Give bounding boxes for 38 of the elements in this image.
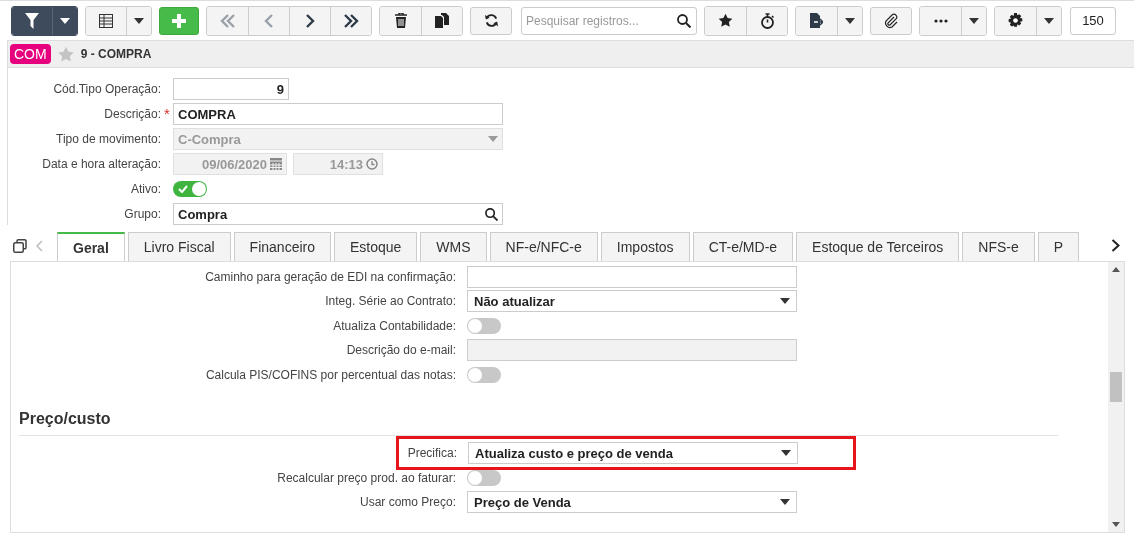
module-badge: COM bbox=[10, 44, 51, 64]
required-mark: * bbox=[164, 108, 170, 120]
tab[interactable]: Impostos bbox=[600, 232, 690, 261]
tab[interactable]: Financeiro bbox=[233, 232, 331, 261]
text-field[interactable]: COMPRA bbox=[173, 103, 503, 125]
field-label: Data e hora alteração: bbox=[41, 157, 161, 171]
field-label: Ativo: bbox=[130, 182, 161, 196]
section-title: Preço/custo bbox=[19, 409, 1058, 436]
select-field: C-Compra bbox=[173, 128, 503, 150]
page-size-field[interactable]: 150 bbox=[1070, 6, 1116, 35]
tab[interactable]: Geral bbox=[57, 232, 125, 261]
field-label: Descrição do e-mail: bbox=[345, 343, 457, 357]
tab[interactable]: Livro Fiscal bbox=[127, 232, 231, 261]
field-label: Usar como Preço: bbox=[358, 495, 457, 509]
tab[interactable]: NFS-e bbox=[962, 232, 1035, 261]
field-label: Atualiza Contabilidade: bbox=[332, 318, 457, 333]
record-title: 9 - COMPRA bbox=[80, 47, 152, 61]
field-label: Grupo: bbox=[123, 207, 161, 221]
tab[interactable]: Estoque de Terceiros bbox=[796, 232, 960, 261]
tab[interactable]: Estoque bbox=[334, 232, 418, 261]
search-field[interactable]: Pesquisar registros... bbox=[521, 6, 697, 35]
field-label: Caminho para geração de EDI na confirmação: bbox=[204, 269, 457, 284]
field-label: Precifica: bbox=[406, 446, 458, 460]
field-label: Recalcular preço prod. ao faturar: bbox=[276, 470, 457, 485]
tab[interactable]: WMS bbox=[420, 232, 487, 261]
select-field[interactable]: Preço de Venda bbox=[467, 491, 797, 513]
select-field[interactable]: Não atualizar bbox=[467, 290, 797, 312]
field-label: Integ. Série ao Contrato: bbox=[324, 294, 457, 308]
tab[interactable]: NF-e/NFC-e bbox=[489, 232, 598, 261]
lookup-field[interactable]: Compra bbox=[173, 203, 503, 225]
select-field[interactable]: Atualiza custo e preço de venda bbox=[468, 442, 798, 464]
field-label: Calcula PIS/COFINS por percentual das notas: bbox=[204, 367, 457, 382]
number-field[interactable]: 9 bbox=[173, 78, 289, 100]
tab[interactable]: CT-e/MD-e bbox=[692, 232, 794, 261]
field-label: Tipo de movimento: bbox=[55, 132, 161, 146]
field-label: Descrição: bbox=[103, 107, 161, 121]
tab[interactable]: P bbox=[1037, 232, 1080, 261]
field-label: Cód.Tipo Operação: bbox=[52, 82, 161, 96]
